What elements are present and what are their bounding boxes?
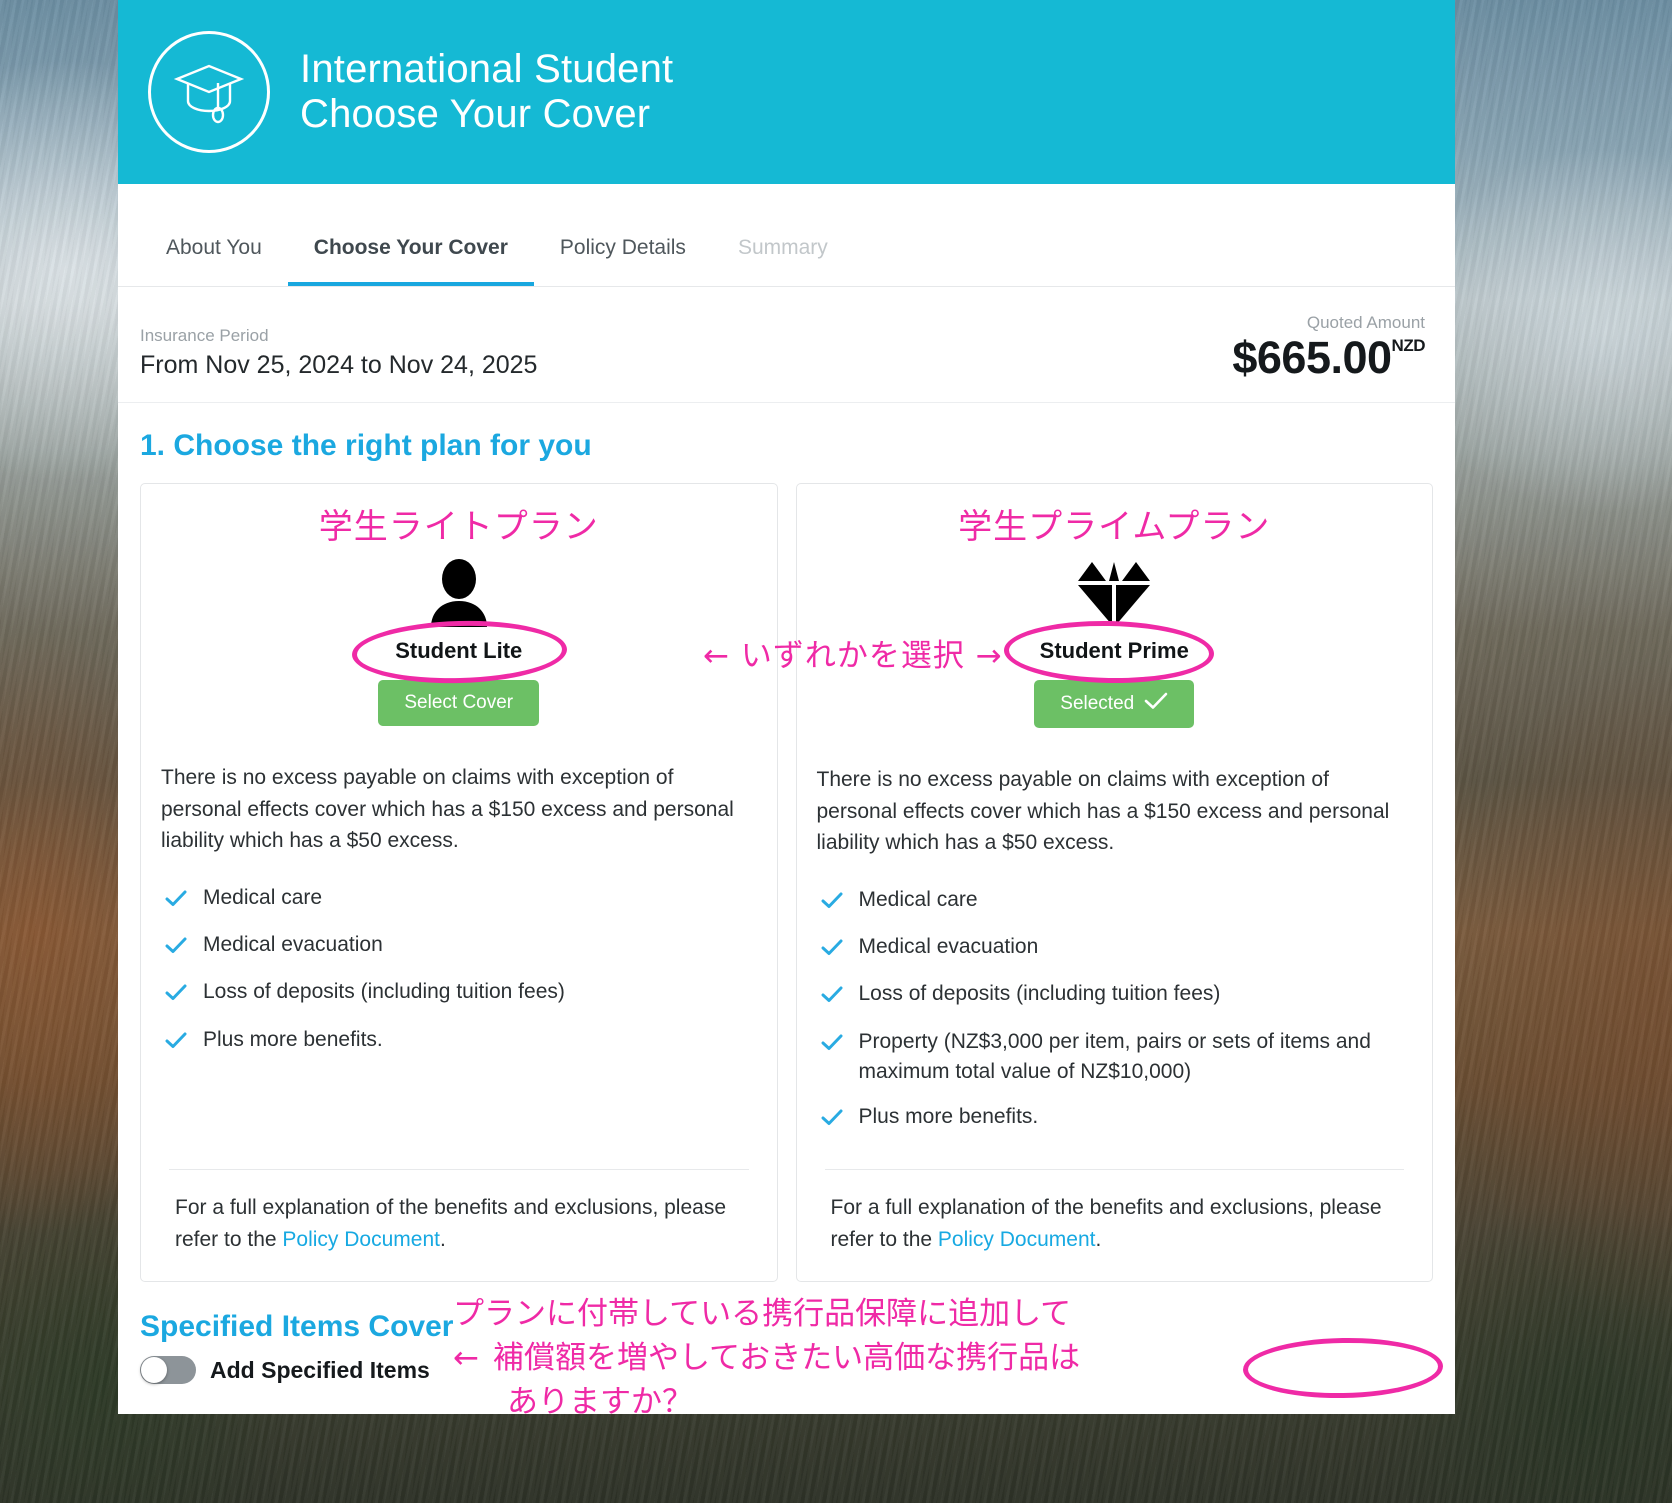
plan-select-row-lite: Select Cover [161, 680, 757, 726]
check-icon [821, 935, 843, 965]
benefit-list-lite: Medical care Medical evacuation Loss of … [161, 883, 757, 1150]
section-heading-choose-plan: 1. Choose the right plan for you [140, 429, 592, 462]
benefit-label: Medical care [858, 887, 978, 911]
benefit-label: Medical care [203, 885, 323, 909]
benefit-label: Plus more benefits. [858, 1104, 1039, 1128]
check-icon [821, 1030, 843, 1088]
plan-name-student-lite: Student Lite [395, 638, 523, 663]
check-icon [165, 980, 187, 1010]
tab-about-you[interactable]: About You [140, 236, 288, 286]
specified-items-section: Specified Items Cover Add Specified Item… [118, 1282, 1455, 1414]
wizard-footer: Back Buy Policy [118, 1384, 1455, 1414]
footnote-suffix: . [1095, 1227, 1102, 1251]
plan-description-prime: There is no excess payable on claims wit… [816, 768, 1390, 854]
tab-choose-your-cover[interactable]: Choose Your Cover [287, 236, 534, 286]
check-icon [165, 933, 187, 963]
list-item: Medical care [161, 883, 757, 916]
add-specified-items-label: Add Specified Items [210, 1356, 430, 1383]
check-icon [165, 886, 187, 916]
footnote-prefix: For a full explanation of the benefits a… [175, 1196, 727, 1251]
quoted-amount-block: Quoted Amount $665.00NZD [1232, 313, 1425, 380]
benefit-label: Property (NZ$3,000 per item, pairs or se… [858, 1029, 1371, 1084]
plan-select-row-prime: Selected [817, 680, 1413, 728]
insurance-period-label: Insurance Period [140, 326, 269, 345]
insurance-period-value: From Nov 25, 2024 to Nov 24, 2025 [140, 351, 538, 379]
check-icon [821, 1105, 843, 1135]
selected-cover-button[interactable]: Selected [1034, 680, 1195, 728]
quoted-amount-number: $665.00 [1232, 332, 1392, 383]
plan-footnote-prime: For a full explanation of the benefits a… [817, 1170, 1413, 1255]
plan-footnote-lite: For a full explanation of the benefits a… [161, 1170, 757, 1255]
annotation-left-plan-japanese: 学生ライトプラン [318, 507, 599, 547]
add-specified-items-toggle[interactable] [140, 1356, 196, 1385]
list-item: Plus more benefits. [161, 1025, 757, 1058]
check-icon [165, 1028, 187, 1058]
benefit-list-prime: Medical care Medical evacuation Loss of … [817, 885, 1413, 1150]
list-item: Medical care [817, 885, 1413, 918]
benefit-label: Loss of deposits (including tuition fees… [858, 982, 1221, 1006]
list-item: Loss of deposits (including tuition fees… [817, 979, 1413, 1012]
annotation-line-1: プランに付帯している携行品保障に追加して [453, 1296, 1072, 1333]
header-title-line-2: Choose Your Cover [300, 92, 651, 136]
specified-items-title: Specified Items Cover [140, 1310, 454, 1344]
period-quote-row: Insurance Period From Nov 25, 2024 to No… [118, 287, 1455, 403]
graduation-cap-icon [148, 31, 270, 153]
selected-button-label: Selected [1060, 693, 1135, 714]
insurance-period-block: Insurance Period From Nov 25, 2024 to No… [140, 326, 537, 380]
benefit-label: Medical evacuation [858, 934, 1039, 958]
check-icon [821, 888, 843, 918]
app-header: International Student Choose Your Cover [118, 0, 1455, 184]
person-icon [161, 554, 757, 632]
step-tabs: About You Choose Your Cover Policy Detai… [118, 184, 1455, 287]
quoted-amount-value: $665.00NZD [1232, 335, 1425, 380]
benefit-label: Loss of deposits (including tuition fees… [203, 980, 565, 1004]
benefit-label: Medical evacuation [203, 932, 383, 956]
plan-card-student-prime[interactable]: 学生プライムプラン Student Prime Selected There i… [795, 483, 1433, 1283]
check-icon [821, 982, 843, 1012]
check-icon [1144, 692, 1168, 716]
select-cover-button[interactable]: Select Cover [378, 680, 540, 726]
tab-summary[interactable]: Summary [712, 236, 854, 286]
footnote-suffix: . [439, 1227, 446, 1251]
benefit-label: Plus more benefits. [203, 1027, 383, 1051]
list-item: Medical evacuation [161, 930, 757, 963]
header-title-block: International Student Choose Your Cover [300, 47, 673, 137]
diamond-icon [817, 554, 1413, 632]
list-item: Plus more benefits. [817, 1102, 1413, 1135]
plan-card-list: 学生ライトプラン Student Lite Select Cover There… [118, 483, 1455, 1283]
footnote-prefix: For a full explanation of the benefits a… [830, 1196, 1382, 1251]
header-title-line-1: International Student [300, 47, 674, 92]
tab-policy-details[interactable]: Policy Details [534, 236, 712, 286]
toggle-knob [141, 1357, 167, 1384]
quoted-amount-label: Quoted Amount [1306, 313, 1425, 332]
plan-description-lite: There is no excess payable on claims wit… [161, 766, 734, 852]
plan-name-student-prime: Student Prime [1039, 638, 1189, 663]
annotation-right-plan-japanese: 学生プライムプラン [958, 507, 1271, 547]
quoted-amount-currency: NZD [1391, 336, 1426, 355]
policy-document-link[interactable]: Policy Document [938, 1228, 1096, 1251]
policy-document-link[interactable]: Policy Document [282, 1228, 440, 1251]
insurance-quote-window: International Student Choose Your Cover … [118, 0, 1455, 1414]
add-specified-items-row: Add Specified Items [140, 1356, 1433, 1385]
list-item: Property (NZ$3,000 per item, pairs or se… [817, 1027, 1413, 1088]
plan-card-student-lite[interactable]: 学生ライトプラン Student Lite Select Cover There… [140, 483, 778, 1283]
list-item: Loss of deposits (including tuition fees… [161, 977, 757, 1010]
list-item: Medical evacuation [817, 932, 1413, 965]
